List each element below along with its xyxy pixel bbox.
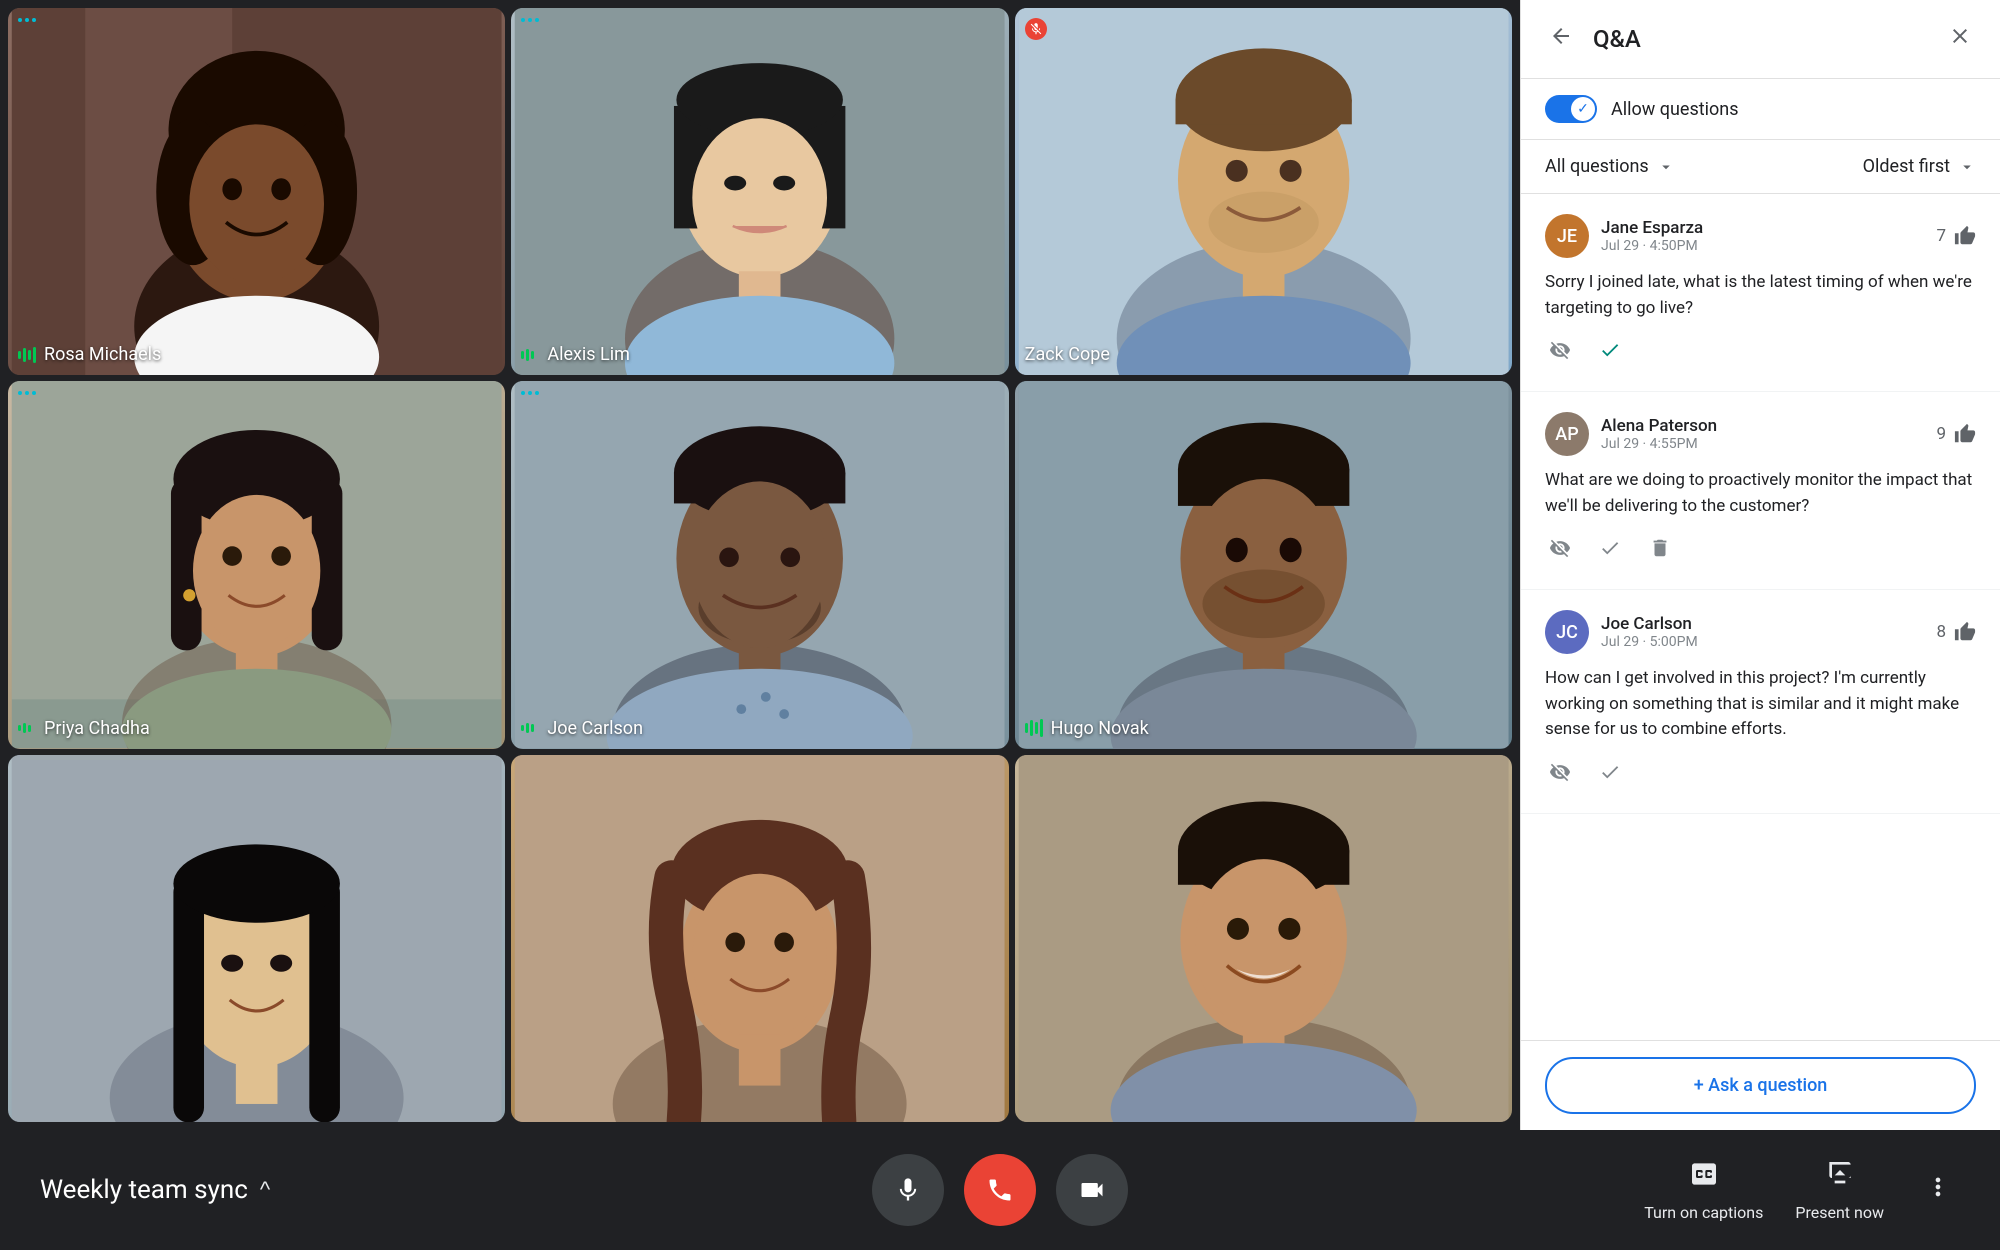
video-cell-p9[interactable]	[1015, 755, 1512, 1122]
qa-panel: Q&A ✓ Allow questions All questions	[1520, 0, 2000, 1130]
question-actions-1	[1545, 335, 1976, 371]
allow-questions-row: ✓ Allow questions	[1521, 79, 2000, 140]
video-cell-hugo[interactable]: Hugo Novak	[1015, 381, 1512, 748]
video-cell-joe[interactable]: Joe Carlson	[511, 381, 1008, 748]
question-text-3: How can I get involved in this project? …	[1545, 666, 1976, 743]
allow-questions-toggle[interactable]: ✓	[1545, 95, 1597, 123]
present-label: Present now	[1795, 1203, 1884, 1222]
hide-question-2[interactable]	[1545, 533, 1575, 569]
video-cell-priya[interactable]: Priya Chadha	[8, 381, 505, 748]
meeting-title-area: Weekly team sync ^	[40, 1175, 270, 1205]
participant-name-hugo: Hugo Novak	[1025, 718, 1149, 739]
oldest-first-sort[interactable]: Oldest first	[1863, 156, 1976, 177]
mic-muted-zack	[1025, 18, 1047, 40]
right-controls: Turn on captions Present now	[1644, 1158, 1960, 1222]
mic-indicator-hugo	[1025, 718, 1045, 738]
participant-name-joe: Joe Carlson	[521, 718, 643, 739]
question-time-1: Jul 29 · 4:50PM	[1601, 238, 1924, 254]
mic-indicator-joe	[521, 718, 541, 738]
captions-control[interactable]: Turn on captions	[1644, 1158, 1763, 1222]
more-options-rosa[interactable]	[18, 18, 36, 22]
question-author-1: Jane Esparza	[1601, 218, 1924, 238]
meeting-info-toggle[interactable]: ^	[260, 1177, 270, 1203]
qa-back-button[interactable]	[1545, 20, 1577, 58]
video-row-1: Rosa Michaels	[8, 8, 1512, 375]
check-question-1[interactable]	[1595, 335, 1625, 371]
participant-name-zack: Zack Cope	[1025, 344, 1110, 365]
ask-question-button[interactable]: + Ask a question	[1545, 1057, 1976, 1114]
question-time-2: Jul 29 · 4:55PM	[1601, 436, 1924, 452]
toggle-knob: ✓	[1571, 97, 1595, 121]
video-row-2: Priya Chadha	[8, 381, 1512, 748]
more-options-joe[interactable]	[521, 391, 539, 395]
question-author-3: Joe Carlson	[1601, 614, 1924, 634]
mic-button[interactable]	[872, 1154, 944, 1226]
video-cell-alexis[interactable]: Alexis Lim	[511, 8, 1008, 375]
check-question-3[interactable]	[1595, 757, 1625, 793]
captions-icon	[1688, 1158, 1720, 1197]
qa-header: Q&A	[1521, 0, 2000, 79]
allow-questions-label: Allow questions	[1611, 99, 1739, 120]
avatar-alena: AP	[1545, 412, 1589, 456]
hide-question-1[interactable]	[1545, 335, 1575, 371]
question-card-3: JC Joe Carlson Jul 29 · 5:00PM 8 How can…	[1521, 590, 2000, 814]
check-question-2[interactable]	[1595, 533, 1625, 569]
question-card-1: JE Jane Esparza Jul 29 · 4:50PM 7 Sorry …	[1521, 194, 2000, 392]
qa-close-button[interactable]	[1944, 20, 1976, 58]
hide-question-3[interactable]	[1545, 757, 1575, 793]
more-options-button[interactable]	[1916, 1165, 1960, 1216]
video-cell-p8[interactable]	[511, 755, 1008, 1122]
video-row-3	[8, 755, 1512, 1122]
question-likes-3: 8	[1936, 621, 1976, 643]
all-questions-filter[interactable]: All questions	[1545, 156, 1675, 177]
more-options-priya[interactable]	[18, 391, 36, 395]
video-cell-p7[interactable]	[8, 755, 505, 1122]
end-call-button[interactable]	[964, 1154, 1036, 1226]
avatar-joe: JC	[1545, 610, 1589, 654]
mic-indicator-priya	[18, 718, 38, 738]
mic-indicator-rosa	[18, 345, 38, 365]
meeting-title: Weekly team sync	[40, 1175, 248, 1205]
video-cell-rosa[interactable]: Rosa Michaels	[8, 8, 505, 375]
question-card-2: AP Alena Paterson Jul 29 · 4:55PM 9 What…	[1521, 392, 2000, 590]
mic-dots-alexis	[521, 345, 541, 365]
center-controls	[872, 1154, 1128, 1226]
camera-button[interactable]	[1056, 1154, 1128, 1226]
qa-title: Q&A	[1593, 25, 1928, 53]
present-icon	[1824, 1158, 1856, 1197]
question-text-1: Sorry I joined late, what is the latest …	[1545, 270, 1976, 321]
video-grid: Rosa Michaels	[0, 0, 1520, 1130]
participant-name-alexis: Alexis Lim	[521, 344, 630, 365]
delete-question-2[interactable]	[1645, 533, 1675, 569]
qa-filters-row: All questions Oldest first	[1521, 140, 2000, 194]
question-actions-3	[1545, 757, 1976, 793]
qa-questions-list: JE Jane Esparza Jul 29 · 4:50PM 7 Sorry …	[1521, 194, 2000, 1040]
question-time-3: Jul 29 · 5:00PM	[1601, 634, 1924, 650]
captions-label: Turn on captions	[1644, 1203, 1763, 1222]
question-likes-2: 9	[1936, 423, 1976, 445]
question-actions-2	[1545, 533, 1976, 569]
bottom-bar: Weekly team sync ^ Turn on	[0, 1130, 2000, 1250]
video-cell-zack[interactable]: Zack Cope	[1015, 8, 1512, 375]
more-options-alexis[interactable]	[521, 18, 539, 22]
qa-footer: + Ask a question	[1521, 1040, 2000, 1130]
participant-name-priya: Priya Chadha	[18, 718, 150, 739]
question-text-2: What are we doing to proactively monitor…	[1545, 468, 1976, 519]
participant-name-rosa: Rosa Michaels	[18, 344, 161, 365]
question-likes-1: 7	[1936, 225, 1976, 247]
question-author-2: Alena Paterson	[1601, 416, 1924, 436]
present-control[interactable]: Present now	[1795, 1158, 1884, 1222]
avatar-jane: JE	[1545, 214, 1589, 258]
